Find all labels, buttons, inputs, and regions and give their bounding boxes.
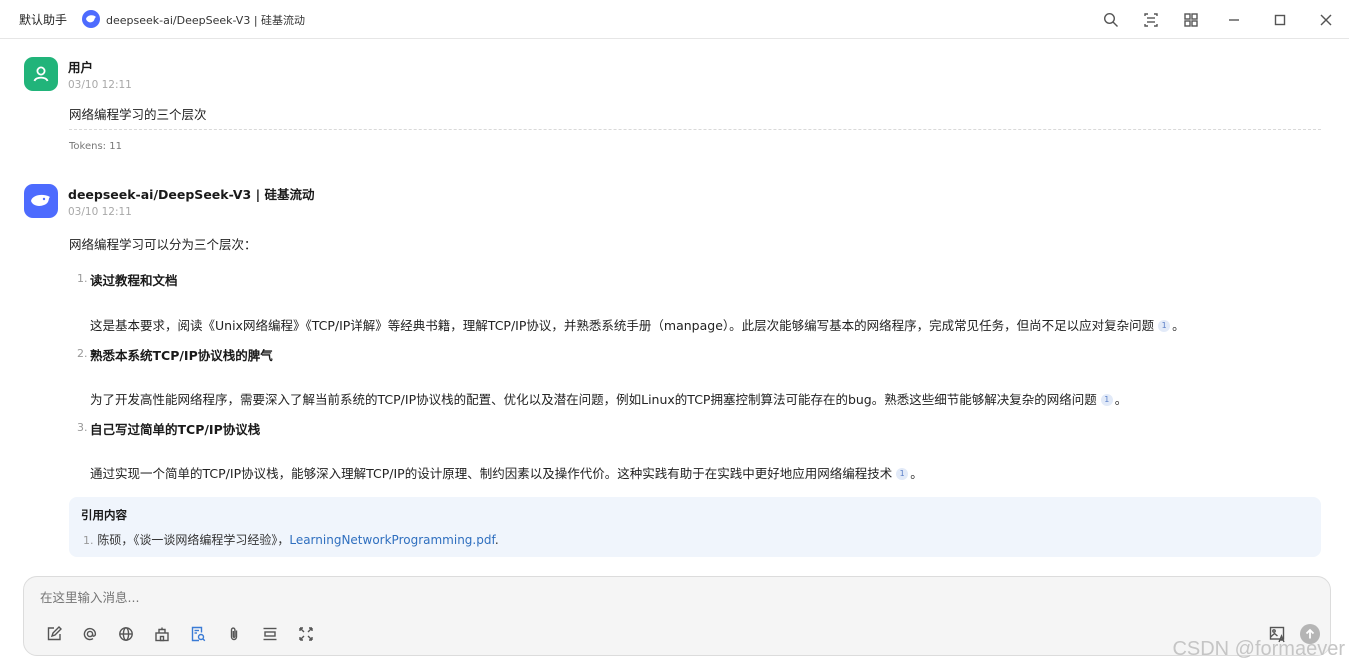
list-item-title: 熟悉本系统TCP/IP协议栈的脾气 [90, 348, 273, 363]
globe-icon[interactable] [108, 623, 144, 645]
message-input-box [23, 576, 1331, 656]
watermark: CSDN @formaever [1172, 638, 1345, 660]
message-input[interactable] [40, 590, 1240, 605]
list-item-title: 自己写过简单的TCP/IP协议栈 [90, 422, 261, 437]
fullscreen-icon[interactable] [288, 623, 324, 645]
user-avatar [24, 57, 58, 91]
ai-avatar [24, 184, 58, 218]
list-item-number: 2. [77, 347, 88, 360]
deepseek-whale-icon [31, 194, 50, 206]
user-message-time: 03/10 12:11 [68, 79, 132, 91]
list-item-number: 3. [77, 421, 88, 434]
citation-badge[interactable]: 1 [896, 468, 909, 480]
list-item-title: 读过教程和文档 [90, 273, 178, 288]
user-icon [33, 66, 49, 82]
ai-model-name: deepseek-ai/DeepSeek-V3 | 硅基流动 [68, 187, 315, 202]
ai-intro-text: 网络编程学习可以分为三个层次： [69, 237, 257, 252]
attachment-icon[interactable] [216, 623, 252, 645]
list-item-number: 1. [77, 272, 88, 285]
reference-item: 1. 陈硕，《谈一谈网络编程学习经验》，LearningNetworkProgr… [83, 533, 499, 547]
citation-badge[interactable]: 1 [1158, 320, 1171, 332]
building-icon[interactable] [144, 623, 180, 645]
citation-badge[interactable]: 1 [1100, 394, 1113, 406]
assistant-name[interactable]: 默认助手 [19, 11, 67, 28]
ai-message-time: 03/10 12:11 [68, 206, 132, 218]
token-count: Tokens: 11 [69, 141, 122, 152]
model-name[interactable]: deepseek-ai/DeepSeek-V3 | 硅基流动 [106, 12, 305, 28]
mention-icon[interactable] [72, 623, 108, 645]
layout-icon[interactable] [1131, 0, 1171, 39]
divider-icon[interactable] [252, 623, 288, 645]
list-item-body: 这是基本要求，阅读《Unix网络编程》《TCP/IP详解》等经典书籍，理解TCP… [90, 318, 1185, 333]
references-box: 引用内容 1. 陈硕，《谈一谈网络编程学习经验》，LearningNetwork… [69, 497, 1321, 557]
maximize-icon[interactable] [1257, 0, 1303, 39]
title-bar: 默认助手 deepseek-ai/DeepSeek-V3 | 硅基流动 [0, 0, 1349, 39]
list-item-body: 为了开发高性能网络程序，需要深入了解当前系统的TCP/IP协议栈的配置、优化以及… [90, 392, 1128, 407]
references-title: 引用内容 [81, 508, 127, 522]
grid-icon[interactable] [1171, 0, 1211, 39]
user-name: 用户 [68, 60, 94, 75]
close-icon[interactable] [1303, 0, 1349, 39]
reference-link[interactable]: LearningNetworkProgramming.pdf [289, 533, 494, 547]
list-item-body: 通过实现一个简单的TCP/IP协议栈，能够深入理解TCP/IP的设计原理、制约因… [90, 466, 923, 481]
search-icon[interactable] [1091, 0, 1131, 39]
minimize-icon[interactable] [1211, 0, 1257, 39]
user-message-text: 网络编程学习的三个层次 [69, 107, 207, 122]
edit-icon[interactable] [36, 623, 72, 645]
knowledge-search-icon[interactable] [180, 623, 216, 645]
deepseek-logo-icon [82, 10, 100, 28]
message-divider [69, 129, 1321, 130]
input-toolbar [36, 623, 324, 645]
